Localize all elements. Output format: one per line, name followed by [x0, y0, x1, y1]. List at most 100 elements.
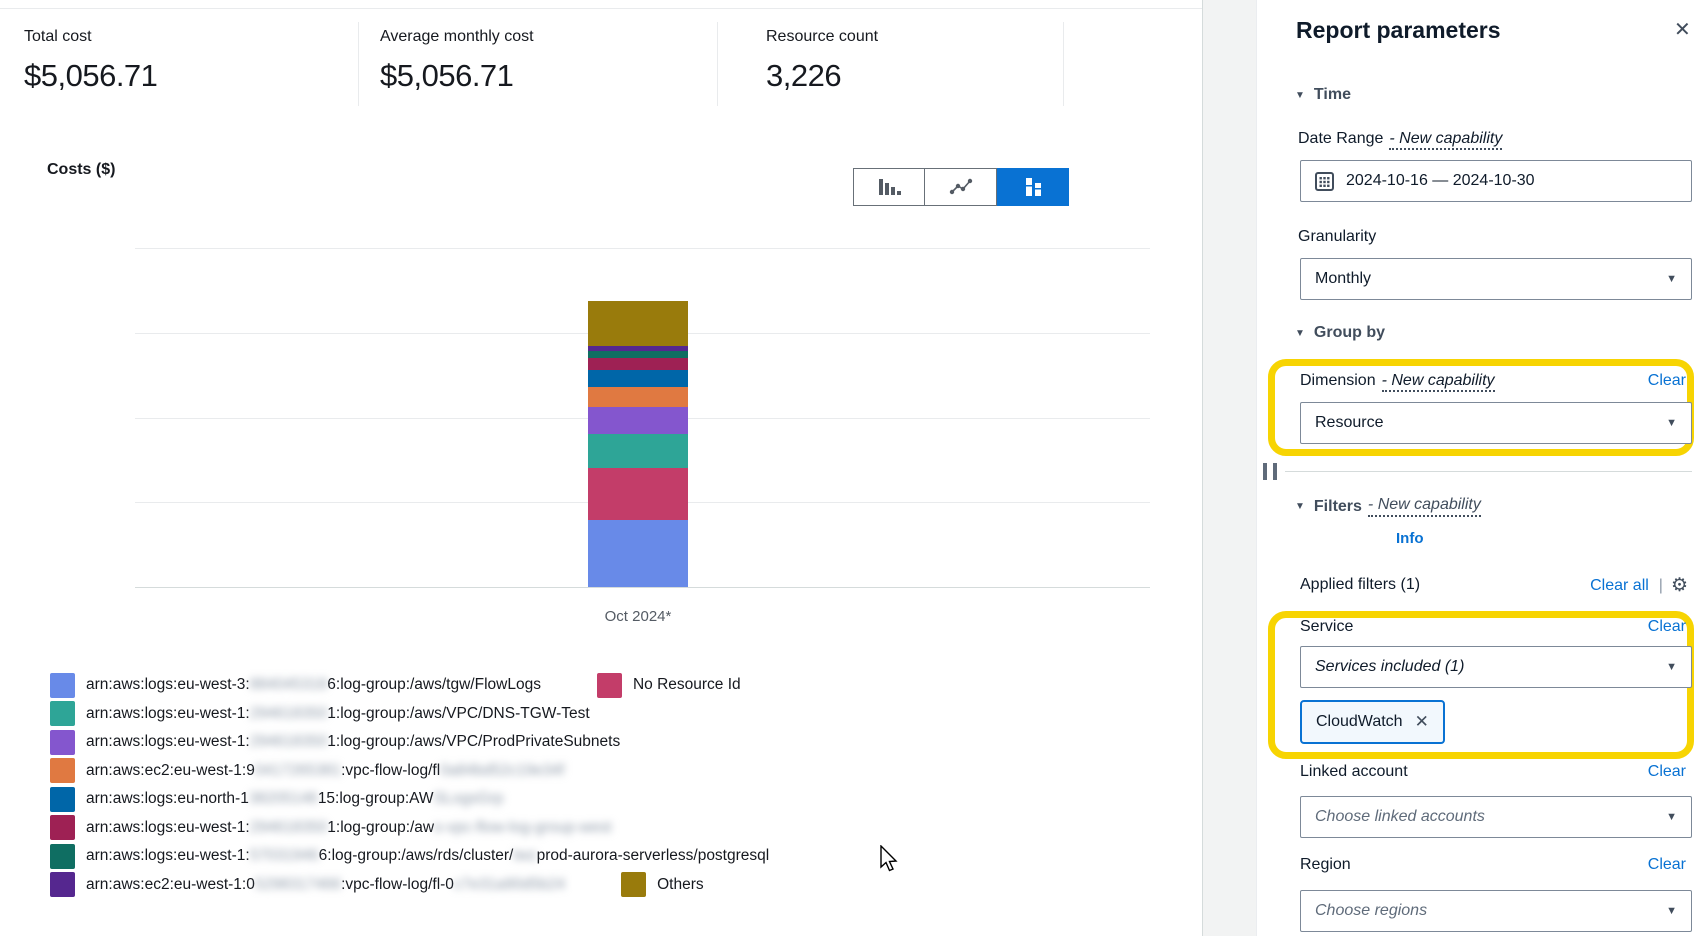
token-label: CloudWatch: [1316, 713, 1403, 731]
legend-item[interactable]: arn:aws:ec2:eu-west-1:05298317466:vpc-fl…: [50, 872, 565, 897]
date-range-input[interactable]: 2024-10-16 — 2024-10-30: [1300, 160, 1692, 202]
legend-item[interactable]: Others: [621, 872, 704, 897]
legend-item[interactable]: arn:aws:ec2:eu-west-1:90417265381:vpc-fl…: [50, 758, 564, 783]
legend-item[interactable]: arn:aws:logs:eu-north-13820514615:log-gr…: [50, 787, 503, 812]
chevron-down-icon: ▼: [1295, 501, 1305, 512]
stat-average-monthly-cost: Average monthly cost $5,056.71: [380, 28, 534, 94]
group-by-section-header[interactable]: ▼ Group by: [1295, 324, 1385, 342]
time-section-header[interactable]: ▼ Time: [1295, 86, 1351, 104]
chevron-down-icon: ▼: [1666, 273, 1677, 285]
legend-label: arn:aws:logs:eu-west-1:570319466:log-gro…: [86, 847, 769, 865]
granularity-select[interactable]: Monthly ▼: [1300, 258, 1692, 300]
dimension-label-row: Dimension- New capability Clear: [1300, 372, 1692, 392]
legend-item[interactable]: arn:aws:logs:eu-west-1:570319466:log-gro…: [50, 844, 769, 869]
bar-segment: [588, 358, 688, 370]
region-clear-link[interactable]: Clear: [1648, 856, 1686, 874]
stat-label: Resource count: [766, 28, 878, 46]
stat-label: Total cost: [24, 28, 157, 46]
legend-label: No Resource Id: [633, 676, 741, 694]
bar-segment: [588, 387, 688, 407]
new-capability-badge: - New capability: [1368, 496, 1481, 517]
legend-row: arn:aws:logs:eu-west-1:2946183501:log-gr…: [50, 814, 769, 843]
granularity-value: Monthly: [1315, 270, 1371, 288]
legend-row: arn:aws:ec2:eu-west-1:90417265381:vpc-fl…: [50, 757, 769, 786]
panel-title: Report parameters: [1296, 17, 1501, 44]
dimension-label: Dimension- New capability: [1300, 372, 1495, 389]
legend-item[interactable]: No Resource Id: [597, 673, 741, 698]
legend-item[interactable]: arn:aws:logs:eu-west-1:2946183501:log-gr…: [50, 701, 590, 726]
bar-segment: [588, 370, 688, 387]
cloudwatch-filter-token: CloudWatch ✕: [1300, 700, 1445, 744]
legend-label: arn:aws:logs:eu-west-1:2946183501:log-gr…: [86, 705, 590, 723]
linked-account-placeholder: Choose linked accounts: [1315, 808, 1485, 826]
legend-swatch: [50, 758, 75, 783]
legend-swatch: [50, 844, 75, 869]
filters-section-header[interactable]: ▼ Filters - New capability: [1295, 496, 1481, 517]
linked-account-label: Linked account: [1300, 763, 1408, 780]
panel-drag-handle[interactable]: [1263, 463, 1277, 480]
legend-row: arn:aws:logs:eu-west-1:2946183501:log-gr…: [50, 728, 769, 757]
legend-swatch: [50, 872, 75, 897]
mouse-cursor: [880, 845, 900, 873]
dimension-value: Resource: [1315, 414, 1383, 432]
filters-header-label: Filters: [1314, 498, 1362, 516]
bar-segment: [588, 301, 688, 346]
new-capability-badge: - New capability: [1389, 130, 1502, 150]
granularity-label: Granularity: [1298, 228, 1376, 246]
close-icon[interactable]: ✕: [1674, 20, 1691, 40]
date-range-value: 2024-10-16 — 2024-10-30: [1346, 172, 1535, 190]
applied-filters-row: Applied filters (1) Clear all | ⚙: [1300, 576, 1692, 598]
bar-segment: [588, 346, 688, 351]
stacked-bar-chart-button[interactable]: [997, 168, 1069, 206]
chevron-down-icon: ▼: [1295, 328, 1305, 339]
legend-item[interactable]: arn:aws:logs:eu-west-1:2946183501:log-gr…: [50, 815, 612, 840]
service-label: Service: [1300, 618, 1353, 635]
info-link[interactable]: Info: [1396, 530, 1424, 547]
stat-value: 3,226: [766, 58, 878, 94]
dimension-clear-link[interactable]: Clear: [1648, 372, 1686, 390]
legend-swatch: [621, 872, 646, 897]
legend-label: arn:aws:logs:eu-west-3:8840453186:log-gr…: [86, 676, 541, 694]
linked-account-clear-link[interactable]: Clear: [1648, 763, 1686, 781]
chart-type-switch: [853, 168, 1069, 206]
applied-filters-label: Applied filters (1): [1300, 576, 1420, 593]
bar-segment: [588, 351, 688, 359]
service-select-value: Services included (1): [1315, 658, 1464, 676]
time-header-label: Time: [1314, 86, 1351, 104]
dimension-select[interactable]: Resource ▼: [1300, 402, 1692, 444]
line-chart-button[interactable]: [925, 168, 997, 206]
gridline: [135, 587, 1150, 588]
panel-resize-gutter[interactable]: [1202, 0, 1257, 936]
bar-segment: [588, 407, 688, 434]
service-select[interactable]: Services included (1) ▼: [1300, 646, 1692, 688]
chart-legend: arn:aws:logs:eu-west-3:8840453186:log-gr…: [50, 671, 769, 899]
stat-total-cost: Total cost $5,056.71: [24, 28, 157, 94]
region-label: Region: [1300, 856, 1351, 873]
clear-all-link[interactable]: Clear all: [1590, 577, 1649, 595]
bar-segment: [588, 434, 688, 468]
service-clear-link[interactable]: Clear: [1648, 618, 1686, 636]
calendar-icon: [1315, 172, 1334, 191]
service-label-row: Service Clear: [1300, 618, 1692, 638]
legend-row: arn:aws:logs:eu-north-13820514615:log-gr…: [50, 785, 769, 814]
chevron-down-icon: ▼: [1666, 905, 1677, 917]
stat-resource-count: Resource count 3,226: [766, 28, 878, 94]
group-by-header-label: Group by: [1314, 324, 1385, 342]
remove-token-icon[interactable]: ✕: [1415, 712, 1429, 732]
legend-swatch: [50, 787, 75, 812]
legend-swatch: [50, 730, 75, 755]
linked-account-label-row: Linked account Clear: [1300, 763, 1692, 783]
top-divider: [0, 8, 1202, 9]
legend-label: arn:aws:ec2:eu-west-1:90417265381:vpc-fl…: [86, 762, 564, 780]
cost-explorer-page: Total cost $5,056.71 Average monthly cos…: [0, 0, 1696, 936]
chevron-down-icon: ▼: [1666, 661, 1677, 673]
region-select[interactable]: Choose regions ▼: [1300, 890, 1692, 932]
legend-item[interactable]: arn:aws:logs:eu-west-3:8840453186:log-gr…: [50, 673, 541, 698]
legend-item[interactable]: arn:aws:logs:eu-west-1:2946183501:log-gr…: [50, 730, 620, 755]
linked-account-select[interactable]: Choose linked accounts ▼: [1300, 796, 1692, 838]
legend-label: arn:aws:logs:eu-west-1:2946183501:log-gr…: [86, 733, 620, 751]
gear-icon[interactable]: ⚙: [1671, 576, 1688, 595]
legend-row: arn:aws:ec2:eu-west-1:05298317466:vpc-fl…: [50, 871, 769, 900]
bar-chart-button[interactable]: [853, 168, 925, 206]
stat-divider: [1063, 22, 1064, 106]
